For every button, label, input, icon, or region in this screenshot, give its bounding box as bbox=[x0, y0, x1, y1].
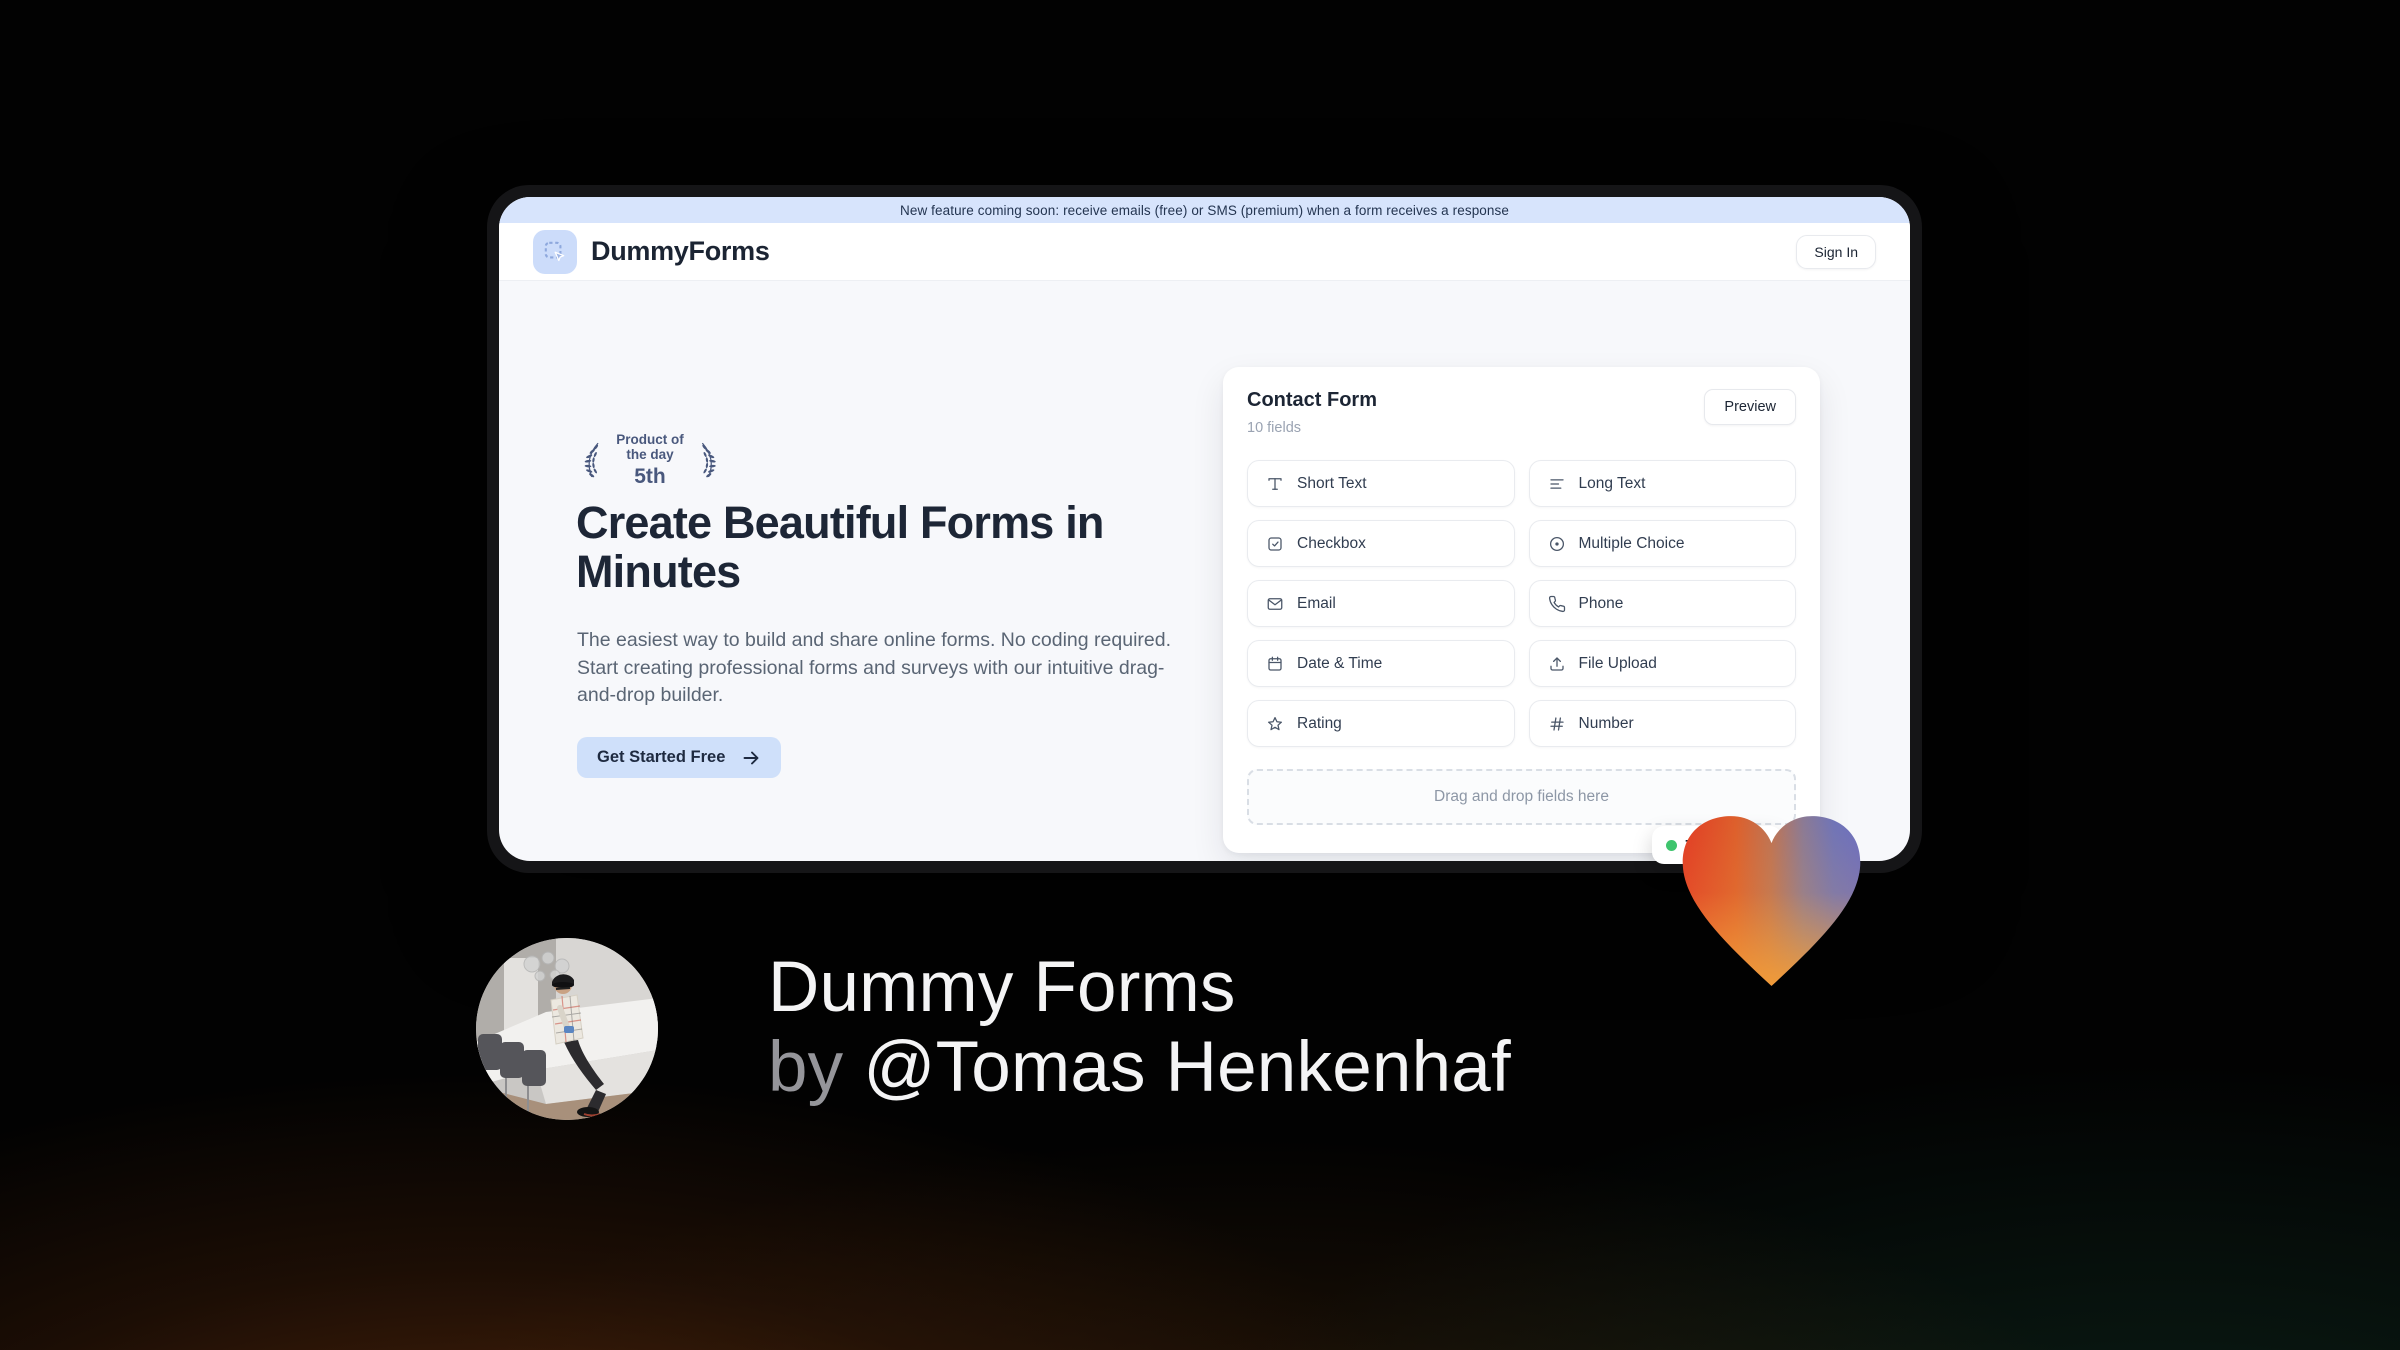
field-type-label: Number bbox=[1578, 714, 1634, 732]
field-type-label: Date & Time bbox=[1297, 654, 1383, 672]
field-type-email[interactable]: Email bbox=[1247, 580, 1515, 627]
field-type-label: Short Text bbox=[1297, 474, 1367, 492]
announcement-banner: New feature coming soon: receive emails … bbox=[499, 197, 1910, 223]
field-type-number[interactable]: Number bbox=[1528, 700, 1796, 747]
arrow-right-icon bbox=[743, 751, 759, 764]
field-type-label: Multiple Choice bbox=[1578, 534, 1685, 552]
sign-in-button[interactable]: Sign In bbox=[1796, 234, 1876, 269]
hero-description: The easiest way to build and share onlin… bbox=[577, 629, 1171, 706]
credit-block: Dummy Forms by @Tomas Henkenhaf bbox=[768, 948, 1511, 1108]
award-rank: 5th bbox=[634, 464, 666, 488]
brand-name: DummyForms bbox=[591, 236, 770, 266]
field-type-checkbox[interactable]: Checkbox bbox=[1247, 520, 1515, 567]
award-title: Product of the day bbox=[616, 432, 684, 462]
site-header: DummyForms Sign In bbox=[499, 223, 1910, 281]
form-card-titles: Contact Form 10 fields bbox=[1247, 389, 1377, 436]
hash-icon bbox=[1549, 716, 1564, 731]
promo-canvas: New feature coming soon: receive emails … bbox=[0, 0, 2400, 1350]
field-type-rating[interactable]: Rating bbox=[1247, 700, 1515, 747]
calendar-icon bbox=[1268, 656, 1282, 671]
product-of-the-day-badge: Product of the day 5th bbox=[577, 432, 723, 488]
dashed-select-cursor-icon bbox=[544, 241, 565, 261]
credit-title: Dummy Forms bbox=[768, 948, 1236, 1027]
form-card-header: Contact Form 10 fields Preview bbox=[1247, 389, 1796, 436]
get-started-button[interactable]: Get Started Free bbox=[577, 737, 782, 778]
form-title: Contact Form bbox=[1247, 389, 1377, 411]
field-type-label: Rating bbox=[1297, 714, 1342, 732]
phone-icon bbox=[1548, 595, 1565, 612]
short-text-icon bbox=[1268, 477, 1282, 490]
star-icon bbox=[1267, 716, 1283, 730]
form-field-count: 10 fields bbox=[1247, 420, 1302, 436]
gradient-heart-icon bbox=[1682, 816, 1861, 986]
multiple-choice-icon bbox=[1549, 536, 1564, 551]
dropzone-label: Drag and drop fields here bbox=[1434, 788, 1609, 805]
email-icon bbox=[1267, 597, 1283, 610]
browser-window: New feature coming soon: receive emails … bbox=[487, 185, 1922, 873]
preview-button[interactable]: Preview bbox=[1704, 389, 1796, 425]
long-text-icon bbox=[1549, 478, 1564, 489]
field-type-long-text[interactable]: Long Text bbox=[1528, 460, 1796, 507]
field-type-label: Long Text bbox=[1578, 474, 1646, 492]
get-started-label: Get Started Free bbox=[597, 748, 726, 766]
brand-logo[interactable] bbox=[533, 229, 577, 274]
announcement-text: New feature coming soon: receive emails … bbox=[900, 202, 1509, 218]
field-type-multiple-choice[interactable]: Multiple Choice bbox=[1528, 520, 1796, 567]
site-page: New feature coming soon: receive emails … bbox=[499, 197, 1910, 861]
file-upload-icon bbox=[1549, 656, 1564, 671]
laurel-right-icon bbox=[701, 443, 716, 478]
field-type-label: File Upload bbox=[1578, 654, 1657, 672]
field-type-file-upload[interactable]: File Upload bbox=[1528, 640, 1796, 687]
avatar bbox=[476, 938, 658, 1120]
field-type-phone[interactable]: Phone bbox=[1528, 580, 1796, 627]
credit-by: by bbox=[768, 1028, 844, 1107]
hero-title: Create Beautiful Forms in Minutes bbox=[576, 497, 1104, 597]
field-type-label: Phone bbox=[1578, 594, 1624, 612]
checkbox-icon bbox=[1268, 536, 1282, 551]
field-type-label: Email bbox=[1297, 594, 1336, 612]
field-type-grid: Short Text Long Text Checkbox Multiple C… bbox=[1247, 460, 1796, 747]
field-type-date-time[interactable]: Date & Time bbox=[1247, 640, 1515, 687]
laurel-left-icon bbox=[584, 443, 599, 478]
credit-byline: by @Tomas Henkenhaf bbox=[768, 1028, 1511, 1108]
field-type-label: Checkbox bbox=[1297, 534, 1366, 552]
form-builder-card: Contact Form 10 fields Preview Short Tex… bbox=[1223, 367, 1820, 853]
award-text: Product of the day 5th bbox=[607, 432, 692, 488]
credit-handle: @Tomas Henkenhaf bbox=[863, 1028, 1511, 1107]
field-type-short-text[interactable]: Short Text bbox=[1247, 460, 1515, 507]
avatar-photo-illustration bbox=[476, 938, 658, 1120]
